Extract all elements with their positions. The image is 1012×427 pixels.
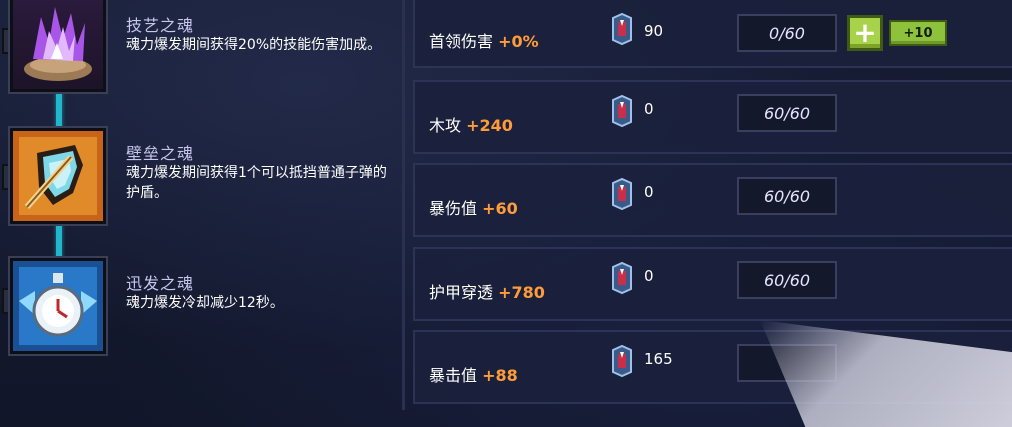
token-count: 0 xyxy=(644,267,654,285)
soul-slot-knob xyxy=(2,28,10,54)
purple-flame-icon xyxy=(10,0,106,92)
stat-label: 首领伤害 +0% xyxy=(429,32,539,51)
stat-row: 首领伤害 +0% 90 0/60 + +10 xyxy=(413,0,1012,68)
stat-level: 0/60 xyxy=(737,14,837,52)
add-ten-points-button[interactable]: +10 xyxy=(889,20,947,46)
stat-level: 60/60 xyxy=(737,261,837,299)
stat-bonus: +0% xyxy=(498,32,539,51)
stat-label: 暴击值 +88 xyxy=(429,366,518,385)
soul-item[interactable]: 迅发之魂 魂力爆发冷却减少12秒。 xyxy=(0,258,400,368)
soul-description: 魂力爆发冷却减少12秒。 xyxy=(126,295,284,311)
stopwatch-icon xyxy=(10,258,106,354)
soul-token-icon xyxy=(612,12,632,46)
stat-bonus: +60 xyxy=(482,199,518,218)
soul-token-icon xyxy=(612,94,632,128)
soul-upgrade-screen: 技艺之魂 魂力爆发期间获得20%的技能伤害加成。 壁垒之魂 魂力爆发期间获得1个… xyxy=(0,0,1012,427)
soul-description: 魂力爆发期间获得20%的技能伤害加成。 xyxy=(126,37,382,53)
stat-row: 暴伤值 +60 0 60/60 xyxy=(413,163,1012,237)
stat-label: 护甲穿透 +780 xyxy=(429,283,545,302)
stat-bonus: +780 xyxy=(498,283,545,302)
soul-item[interactable]: 壁垒之魂 魂力爆发期间获得1个可以抵挡普通子弹的护盾。 xyxy=(0,128,400,238)
soul-list: 技艺之魂 魂力爆发期间获得20%的技能伤害加成。 壁垒之魂 魂力爆发期间获得1个… xyxy=(0,0,400,427)
shield-icon xyxy=(10,128,106,224)
panel-divider xyxy=(402,0,405,410)
soul-item[interactable]: 技艺之魂 魂力爆发期间获得20%的技能伤害加成。 xyxy=(0,0,400,110)
token-count: 165 xyxy=(644,350,673,368)
token-count: 0 xyxy=(644,183,654,201)
soul-token-icon xyxy=(612,261,632,295)
stat-row: 木攻 +240 0 60/60 xyxy=(413,80,1012,154)
stat-label: 木攻 +240 xyxy=(429,116,513,135)
soul-name: 技艺之魂 xyxy=(126,16,195,35)
token-count: 0 xyxy=(644,100,654,118)
stat-bonus: +88 xyxy=(482,366,518,385)
soul-token-icon xyxy=(612,344,632,378)
soul-name: 壁垒之魂 xyxy=(126,144,195,163)
stat-level: 60/60 xyxy=(737,94,837,132)
add-point-button[interactable]: + xyxy=(847,15,883,51)
token-count: 90 xyxy=(644,22,664,40)
soul-token-icon xyxy=(612,177,632,211)
stat-row: 护甲穿透 +780 0 60/60 xyxy=(413,247,1012,321)
stat-bonus: +240 xyxy=(466,116,513,135)
soul-slot-knob xyxy=(2,164,10,190)
soul-name: 迅发之魂 xyxy=(126,274,195,293)
stat-level: 60/60 xyxy=(737,177,837,215)
soul-slot-knob xyxy=(2,288,10,314)
soul-description: 魂力爆发期间获得1个可以抵挡普通子弹的护盾。 xyxy=(126,165,387,201)
stat-label: 暴伤值 +60 xyxy=(429,199,518,218)
